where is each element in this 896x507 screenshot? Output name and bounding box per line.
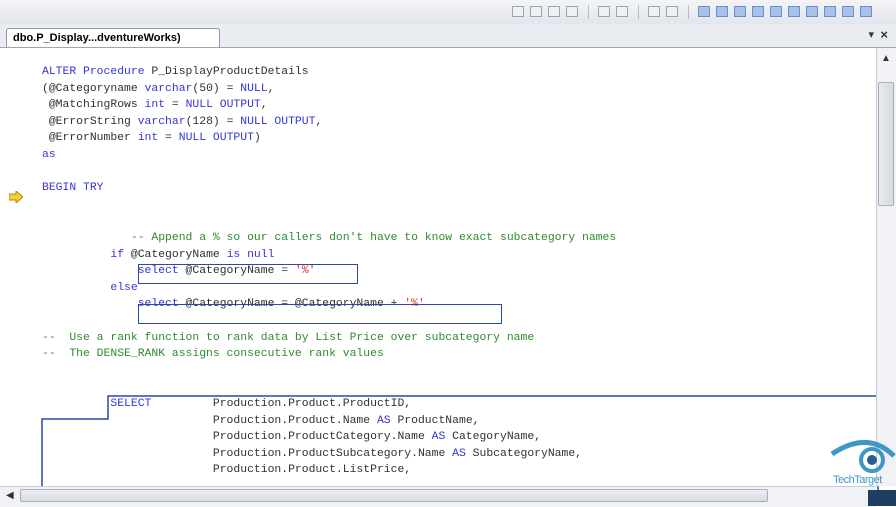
code-token: ) xyxy=(253,132,261,145)
code-line[interactable]: -- The DENSE_RANK assigns consecutive ra… xyxy=(42,346,384,362)
code-line[interactable]: @ErrorNumber int = NULL OUTPUT) xyxy=(42,130,261,146)
code-token: varchar xyxy=(137,115,186,128)
close-icon[interactable]: × xyxy=(880,27,888,42)
code-line[interactable]: ALTER Procedure P_DisplayProductDetails xyxy=(42,64,309,80)
toolbar-button-icon[interactable] xyxy=(842,6,854,17)
code-token: BEGIN TRY xyxy=(42,182,104,195)
code-token: @ErrorString xyxy=(42,115,138,128)
scroll-left-icon[interactable]: ◀ xyxy=(6,490,18,502)
code-line[interactable]: as xyxy=(42,147,56,163)
toolbar-separator xyxy=(688,5,689,19)
chevron-down-icon[interactable]: ▾ xyxy=(868,28,874,41)
code-token: @MatchingRows xyxy=(42,99,145,112)
code-token: ALTER Procedure xyxy=(42,66,152,78)
toolbar-button-icon[interactable] xyxy=(824,6,836,17)
code-line[interactable]: @MatchingRows int = NULL OUTPUT, xyxy=(42,97,268,113)
highlight-box-select-null xyxy=(138,264,358,284)
uncomment-icon[interactable] xyxy=(666,6,678,17)
scroll-up-icon[interactable]: ▲ xyxy=(879,52,893,66)
toolbar-button-icon[interactable] xyxy=(566,6,578,17)
code-line[interactable]: (@Categoryname varchar(50) = NULL, xyxy=(42,81,274,97)
code-token: is null xyxy=(226,248,275,261)
code-token: @ErrorNumber xyxy=(42,132,138,145)
techtarget-watermark-icon xyxy=(830,440,896,506)
code-token: , xyxy=(267,82,275,95)
code-token: NULL xyxy=(240,82,268,95)
code-token: NULL OUTPUT xyxy=(185,99,261,112)
toolbar xyxy=(0,0,896,25)
toolbar-button-icon[interactable] xyxy=(788,6,800,17)
code-token: @CategoryName xyxy=(130,248,227,261)
bookmark-clear-icon[interactable] xyxy=(770,6,782,17)
code-line[interactable]: BEGIN TRY xyxy=(42,180,104,196)
code-token: if xyxy=(42,248,131,261)
code-line[interactable]: if @CategoryName is null xyxy=(42,247,274,263)
vertical-scroll-thumb[interactable] xyxy=(878,82,894,206)
current-statement-arrow-icon xyxy=(9,191,23,203)
bookmark-prev-icon[interactable] xyxy=(716,6,728,17)
code-token: , xyxy=(260,99,268,112)
code-token: (@Categoryname xyxy=(42,82,145,95)
toolbar-separator xyxy=(638,5,639,19)
comment-icon[interactable] xyxy=(648,6,660,17)
code-token: (50) = xyxy=(192,82,241,95)
code-token: -- The DENSE_RANK assigns consecutive ra… xyxy=(42,348,384,361)
code-line[interactable]: else xyxy=(42,280,138,296)
code-token: varchar xyxy=(144,82,193,95)
toolbar-button-icon[interactable] xyxy=(548,6,560,17)
code-token: NULL OUTPUT xyxy=(240,115,316,128)
bookmark-next-icon[interactable] xyxy=(734,6,746,17)
code-line[interactable]: -- Use a rank function to rank data by L… xyxy=(42,330,534,346)
toolbar-separator xyxy=(588,5,589,19)
highlight-box-select-query xyxy=(41,395,879,490)
horizontal-scroll-thumb[interactable] xyxy=(20,489,768,502)
code-token: int xyxy=(137,132,159,145)
watermark-label: TechTarget xyxy=(833,474,882,486)
toolbar-button-icon[interactable] xyxy=(806,6,818,17)
document-tab[interactable]: dbo.P_Display...dventureWorks) xyxy=(6,28,220,47)
code-line[interactable]: @ErrorString varchar(128) = NULL OUTPUT, xyxy=(42,114,322,130)
toolbar-button-icon[interactable] xyxy=(530,6,542,17)
highlight-box-select-concat xyxy=(138,304,502,324)
toolbar-button-icon[interactable] xyxy=(512,6,524,17)
code-line[interactable]: -- Append a % so our callers don't have … xyxy=(42,230,616,246)
code-token: , xyxy=(315,115,323,128)
bookmark-folder-icon[interactable] xyxy=(752,6,764,17)
code-token: = xyxy=(158,132,179,145)
bookmark-icon[interactable] xyxy=(698,6,710,17)
code-token: NULL OUTPUT xyxy=(178,132,254,145)
code-token: (128) = xyxy=(185,115,241,128)
code-token: = xyxy=(165,99,186,112)
code-token: -- Use a rank function to rank data by L… xyxy=(42,331,535,344)
outdent-icon[interactable] xyxy=(616,6,628,17)
indent-icon[interactable] xyxy=(598,6,610,17)
code-token: -- Append a % so our callers don't have … xyxy=(42,232,617,244)
editor-margin[interactable] xyxy=(0,48,28,486)
code-token: else xyxy=(42,281,138,294)
code-token: as xyxy=(42,149,56,161)
code-token: int xyxy=(144,99,166,112)
toolbar-button-icon[interactable] xyxy=(860,6,872,17)
code-token: P_DisplayProductDetails xyxy=(151,66,309,78)
